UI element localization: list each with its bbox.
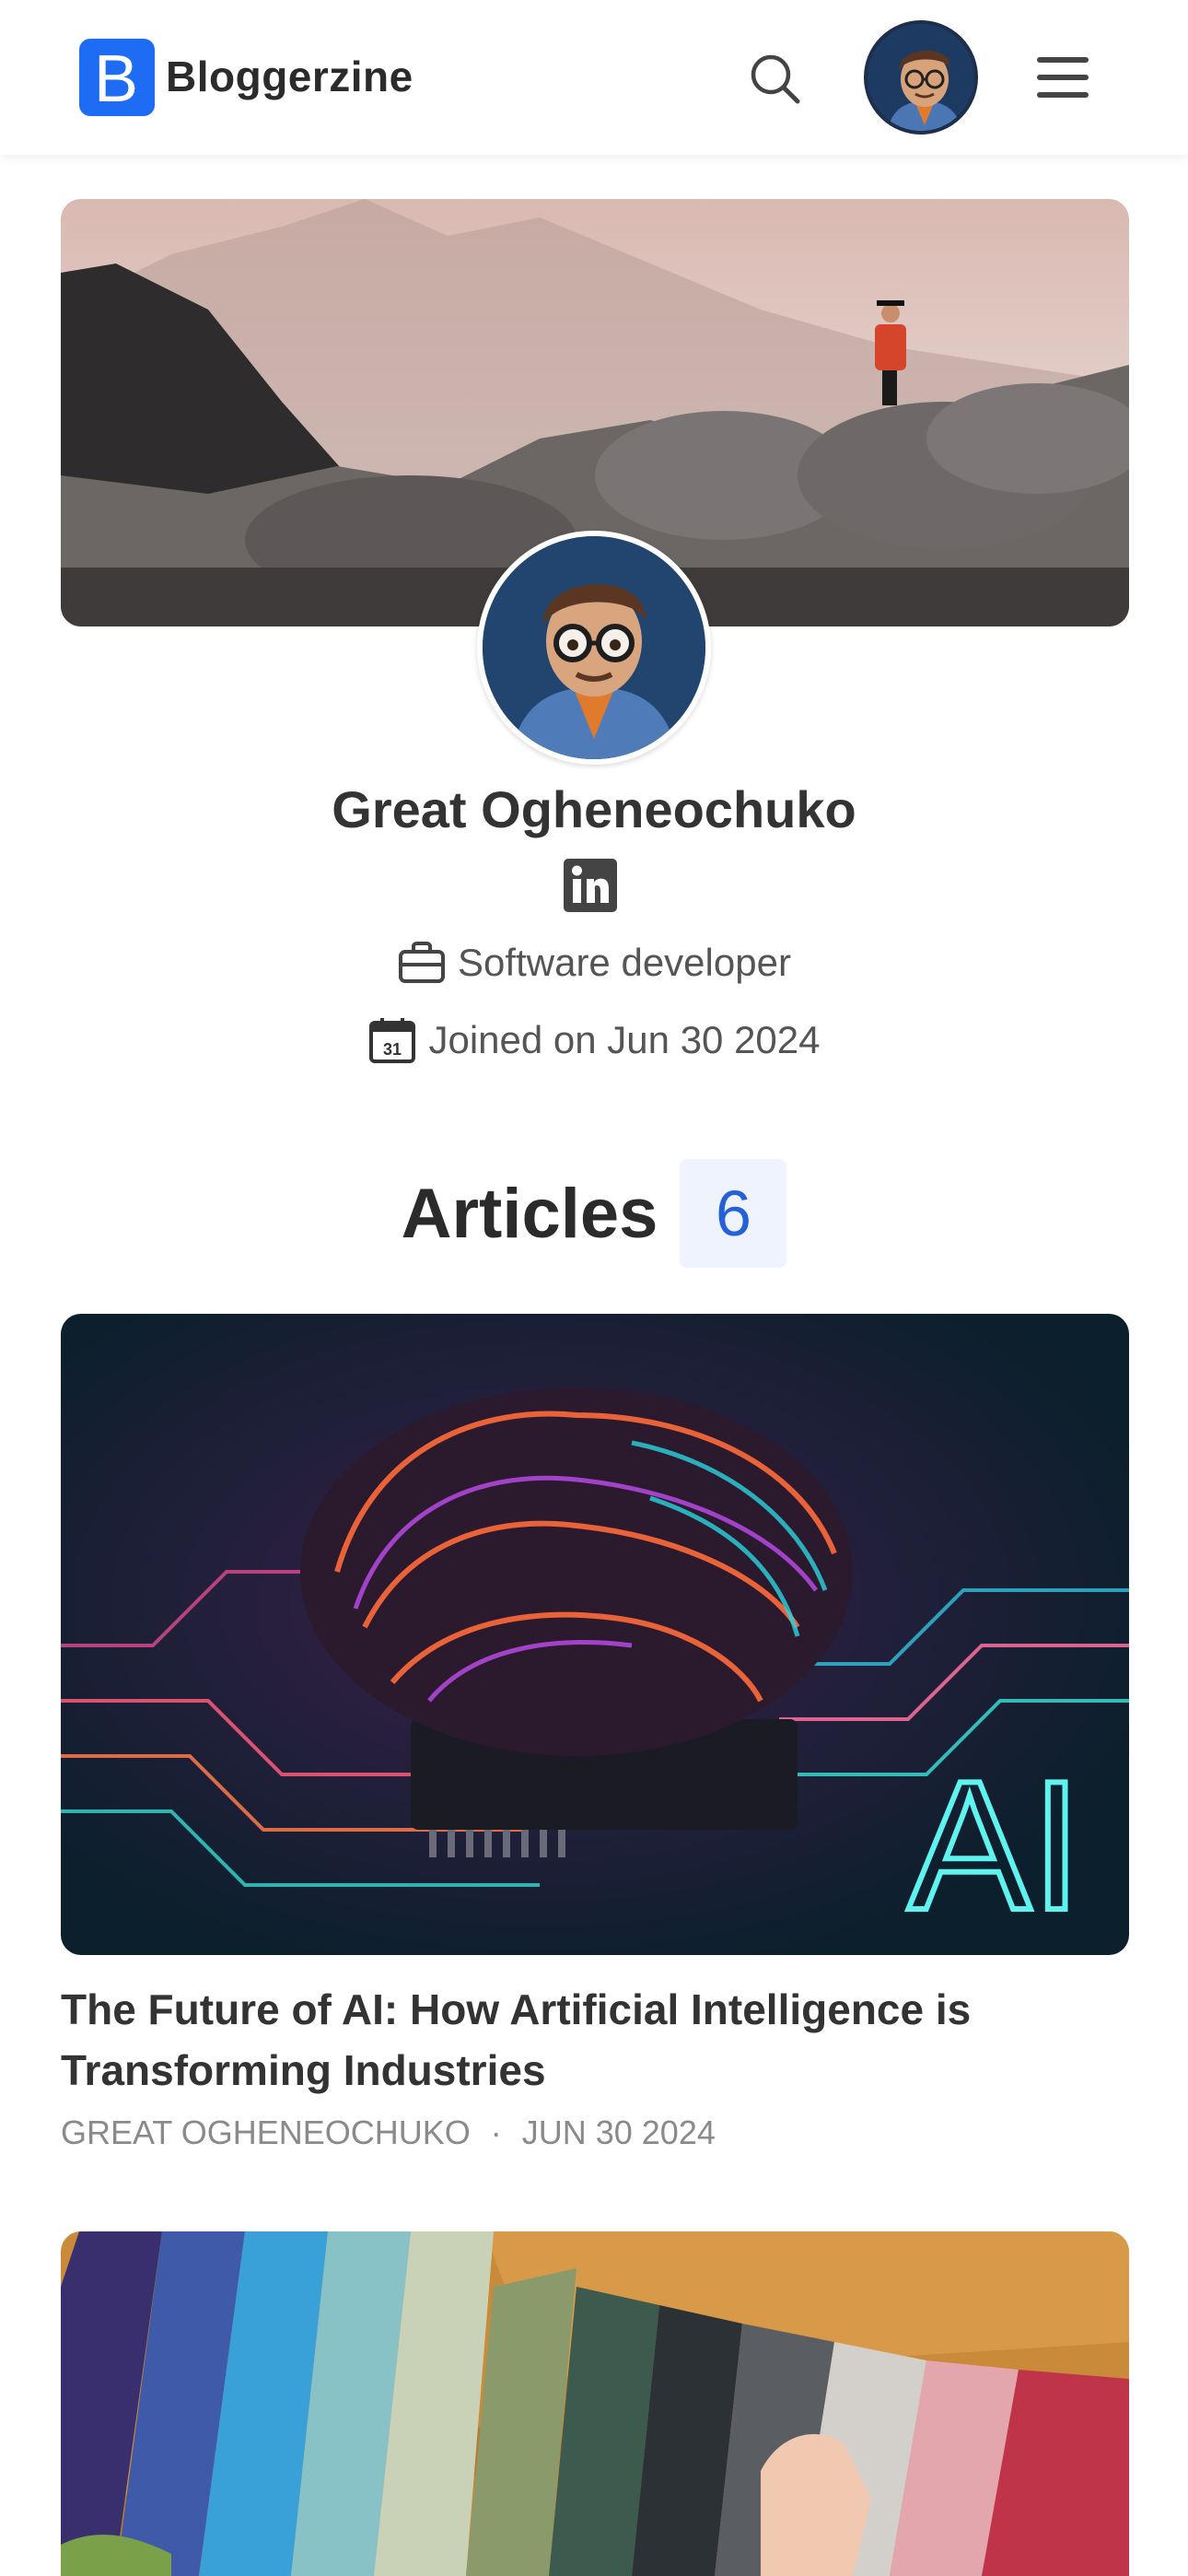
top-nav-bar: B Bloggerzine bbox=[0, 0, 1188, 155]
profile-avatar bbox=[477, 531, 711, 765]
article-meta: GREAT OGHENEOCHUKO · JUN 30 2024 bbox=[61, 2113, 1129, 2152]
linkedin-icon[interactable] bbox=[564, 859, 617, 912]
article-image[interactable]: AI bbox=[61, 1314, 1129, 1955]
article-title[interactable]: The Future of AI: How Artificial Intelli… bbox=[61, 1979, 1129, 2101]
briefcase-icon bbox=[397, 938, 447, 988]
logo-icon[interactable]: B bbox=[79, 39, 155, 116]
svg-text:B: B bbox=[94, 42, 138, 112]
articles-title: Articles bbox=[401, 1174, 658, 1253]
joined-text: Joined on Jun 30 2024 bbox=[428, 1018, 821, 1061]
profile-name: Great Ogheneochuko bbox=[332, 780, 856, 838]
hamburger-menu-icon[interactable] bbox=[1033, 53, 1092, 101]
meta-separator: · bbox=[490, 2113, 502, 2151]
calendar-icon: 31 bbox=[367, 1015, 417, 1065]
article-card[interactable] bbox=[61, 2231, 1129, 2576]
occupation-row: Software developer bbox=[0, 938, 1188, 988]
article-image[interactable] bbox=[61, 2231, 1129, 2576]
joined-row: 31 Joined on Jun 30 2024 bbox=[0, 1015, 1188, 1065]
articles-header: Articles 6 bbox=[0, 1159, 1188, 1268]
search-icon[interactable] bbox=[748, 52, 803, 107]
article-date: JUN 30 2024 bbox=[521, 2113, 716, 2151]
articles-count-badge: 6 bbox=[680, 1159, 787, 1268]
article-author[interactable]: GREAT OGHENEOCHUKO bbox=[61, 2113, 471, 2152]
svg-text:31: 31 bbox=[383, 1040, 402, 1059]
article-card[interactable]: AI The Future of AI: How Artificial Inte… bbox=[61, 1314, 1129, 2152]
svg-text:AI: AI bbox=[908, 1743, 1082, 1949]
app-name[interactable]: Bloggerzine bbox=[166, 52, 413, 101]
occupation-text: Software developer bbox=[458, 941, 791, 984]
user-avatar[interactable] bbox=[864, 20, 978, 135]
